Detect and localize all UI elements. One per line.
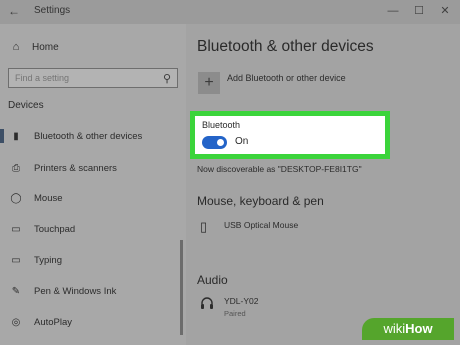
mouse-icon: ◯: [10, 192, 22, 204]
device-status: Paired: [224, 309, 246, 318]
section-title-mouse-keyboard: Mouse, keyboard & pen: [197, 194, 324, 208]
sidebar-item-bluetooth[interactable]: ▮ Bluetooth & other devices: [0, 128, 180, 144]
headset-icon: [200, 296, 214, 313]
sidebar-item-label: Typing: [34, 254, 62, 266]
discoverable-text: Now discoverable as "DESKTOP-FE8I1TG": [197, 164, 362, 174]
search-icon[interactable]: ⚲: [163, 72, 171, 85]
sidebar-item-label: Mouse: [34, 192, 63, 204]
title-bar: ← Settings — ☐ ✕: [0, 0, 460, 24]
bluetooth-icon: ▮: [13, 130, 19, 142]
add-device-icon[interactable]: +: [198, 72, 220, 94]
section-title-devices: Devices: [8, 100, 44, 111]
bluetooth-toggle[interactable]: [202, 136, 227, 149]
sidebar-item-typing[interactable]: ▭ Typing: [0, 252, 180, 268]
search-input[interactable]: [9, 69, 155, 87]
touchpad-icon: ▭: [11, 223, 21, 235]
sidebar: ⌂ Home ⚲ Devices ▮ Bluetooth & other dev…: [0, 24, 186, 345]
minimize-button[interactable]: —: [384, 3, 402, 19]
maximize-button[interactable]: ☐: [410, 3, 428, 19]
sidebar-item-label: Printers & scanners: [34, 162, 117, 174]
device-name-headset[interactable]: YDL-Y02: [224, 296, 259, 306]
sidebar-item-printers[interactable]: ⎙ Printers & scanners: [0, 160, 180, 176]
page-title: Bluetooth & other devices: [197, 38, 374, 55]
sidebar-item-autoplay[interactable]: ◎ AutoPlay: [0, 314, 180, 330]
autoplay-icon: ◎: [11, 316, 21, 328]
back-arrow-icon[interactable]: ←: [8, 4, 20, 18]
sidebar-item-home[interactable]: ⌂ Home: [10, 40, 59, 54]
sidebar-item-label: Touchpad: [34, 223, 76, 235]
pen-icon: ✎: [11, 285, 21, 297]
toggle-knob: [217, 139, 224, 146]
printer-icon: ⎙: [12, 162, 20, 174]
sidebar-home-label: Home: [32, 41, 59, 53]
sidebar-item-label: AutoPlay: [34, 316, 73, 328]
section-title-audio: Audio: [197, 273, 228, 287]
sidebar-item-touchpad[interactable]: ▭ Touchpad: [0, 221, 180, 237]
sidebar-scrollbar[interactable]: [180, 240, 183, 335]
sidebar-item-label: Pen & Windows Ink: [34, 285, 117, 297]
keyboard-icon: ▭: [11, 254, 21, 266]
bluetooth-label: Bluetooth: [202, 120, 241, 130]
sidebar-item-pen[interactable]: ✎ Pen & Windows Ink: [0, 283, 180, 299]
home-icon: ⌂: [12, 41, 20, 53]
settings-window: ← Settings — ☐ ✕ ⌂ Home ⚲ Devices ▮ Blue…: [0, 0, 460, 345]
device-name-mouse[interactable]: USB Optical Mouse: [224, 220, 298, 230]
sidebar-item-label: Bluetooth & other devices: [34, 130, 143, 142]
bluetooth-panel: Bluetooth On: [190, 111, 390, 159]
mouse-icon: ▯: [200, 219, 208, 234]
bluetooth-state: On: [235, 136, 249, 147]
sidebar-item-mouse[interactable]: ◯ Mouse: [0, 190, 180, 206]
add-device-button[interactable]: Add Bluetooth or other device: [227, 73, 346, 83]
search-box: ⚲: [8, 68, 178, 88]
main-content: Bluetooth & other devices + Add Bluetoot…: [186, 24, 460, 345]
window-title: Settings: [34, 5, 71, 16]
close-button[interactable]: ✕: [436, 3, 454, 19]
wikihow-watermark: wikiHow: [362, 318, 454, 340]
